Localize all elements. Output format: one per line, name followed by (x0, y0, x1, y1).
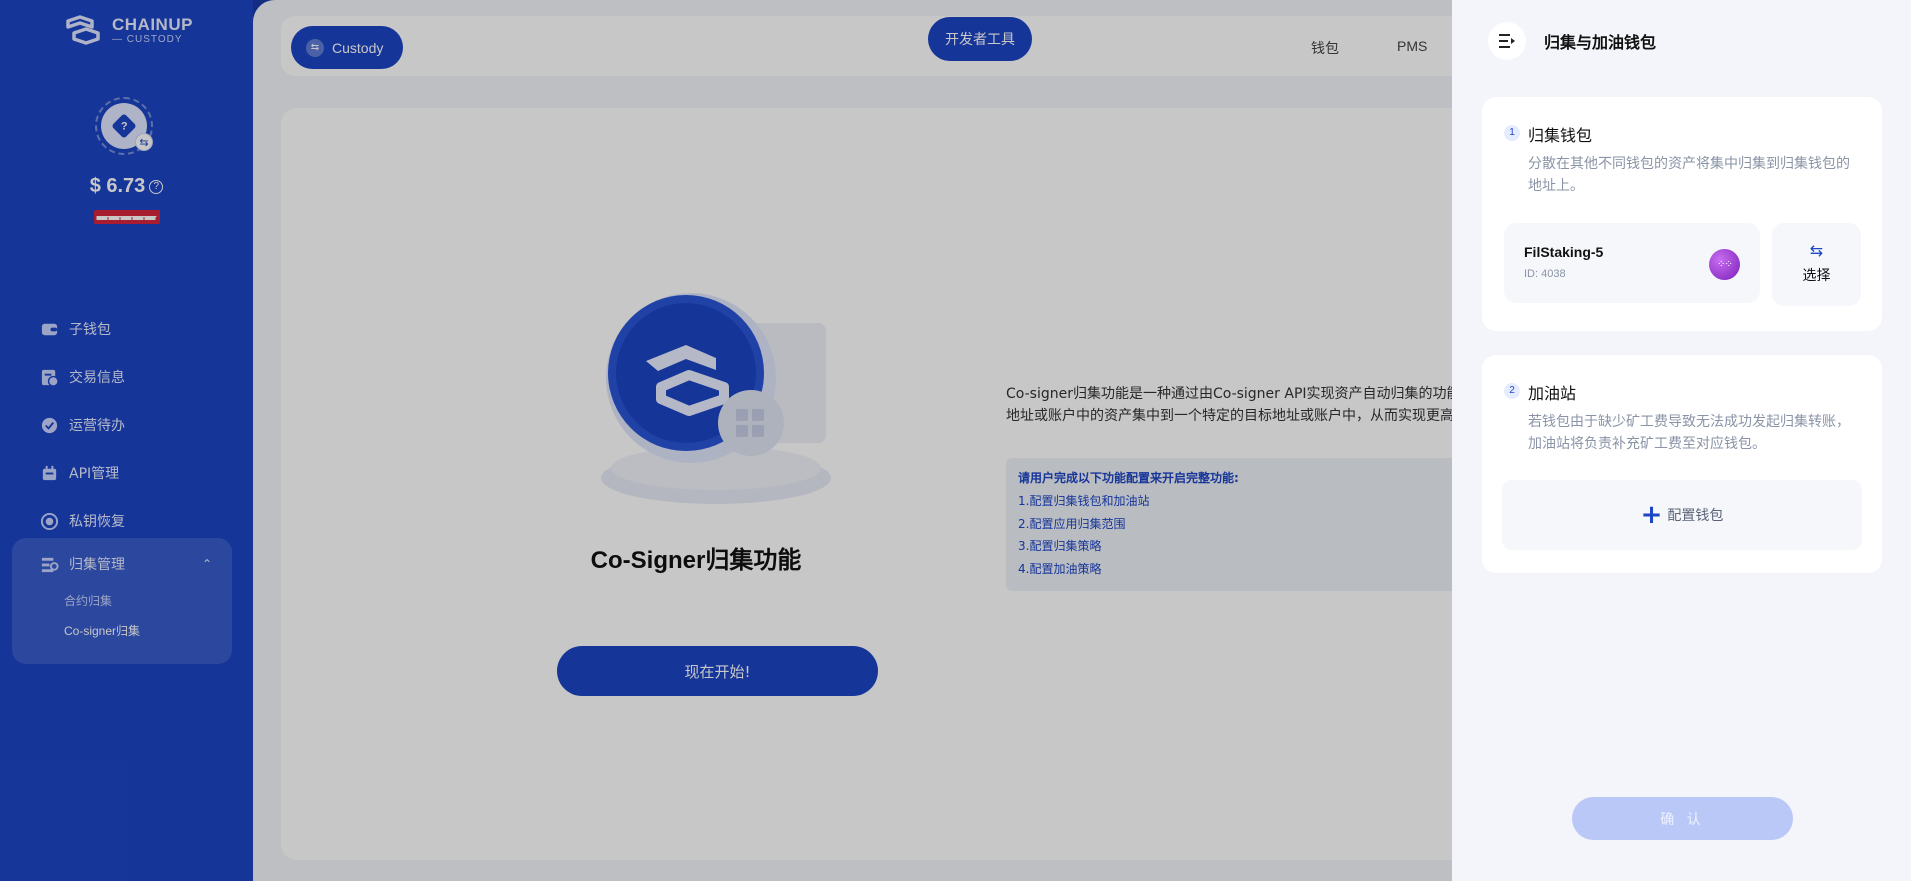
collect-wallet-card: 1 归集钱包 分散在其他不同钱包的资产将集中归集到归集钱包的地址上。 FilSt… (1482, 97, 1882, 331)
gas-station-title: 加油站 (1528, 384, 1577, 403)
collect-wallet-description: 分散在其他不同钱包的资产将集中归集到归集钱包的地址上。 (1528, 156, 1850, 194)
modal-overlay[interactable] (0, 0, 1452, 881)
drawer-header: 归集与加油钱包 (1488, 22, 1656, 60)
swap-arrows-icon: ⇆ (1809, 241, 1824, 260)
config-wallet-button[interactable]: + 配置钱包 (1502, 480, 1862, 550)
step-badge: 2 (1504, 383, 1520, 399)
select-label: 选择 (1802, 268, 1831, 284)
wallet-coin-icon: ⁘⁘ (1709, 249, 1740, 280)
gas-station-description: 若钱包由于缺少矿工费导致无法成功发起归集转账，加油站将负责补充矿工费至对应钱包。 (1528, 414, 1850, 452)
wallet-name: FilStaking-5 (1524, 244, 1604, 260)
confirm-button[interactable]: 确 认 (1572, 797, 1793, 840)
collect-wallet-title: 归集钱包 (1528, 126, 1593, 145)
selected-wallet[interactable]: FilStaking-5 ID: 4038 ⁘⁘ (1504, 223, 1760, 303)
menu-fold-icon (1499, 34, 1515, 48)
select-wallet-button[interactable]: ⇆ 选择 (1772, 223, 1861, 306)
config-wallet-label: 配置钱包 (1667, 508, 1724, 524)
drawer-title: 归集与加油钱包 (1544, 33, 1657, 52)
collapse-drawer-button[interactable] (1488, 22, 1526, 60)
plus-icon: + (1640, 500, 1663, 530)
collect-gas-drawer: 归集与加油钱包 1 归集钱包 分散在其他不同钱包的资产将集中归集到归集钱包的地址… (1452, 0, 1911, 881)
step-badge: 1 (1504, 125, 1520, 141)
wallet-id: ID: 4038 (1524, 268, 1566, 280)
gas-station-card: 2 加油站 若钱包由于缺少矿工费导致无法成功发起归集转账，加油站将负责补充矿工费… (1482, 355, 1882, 573)
